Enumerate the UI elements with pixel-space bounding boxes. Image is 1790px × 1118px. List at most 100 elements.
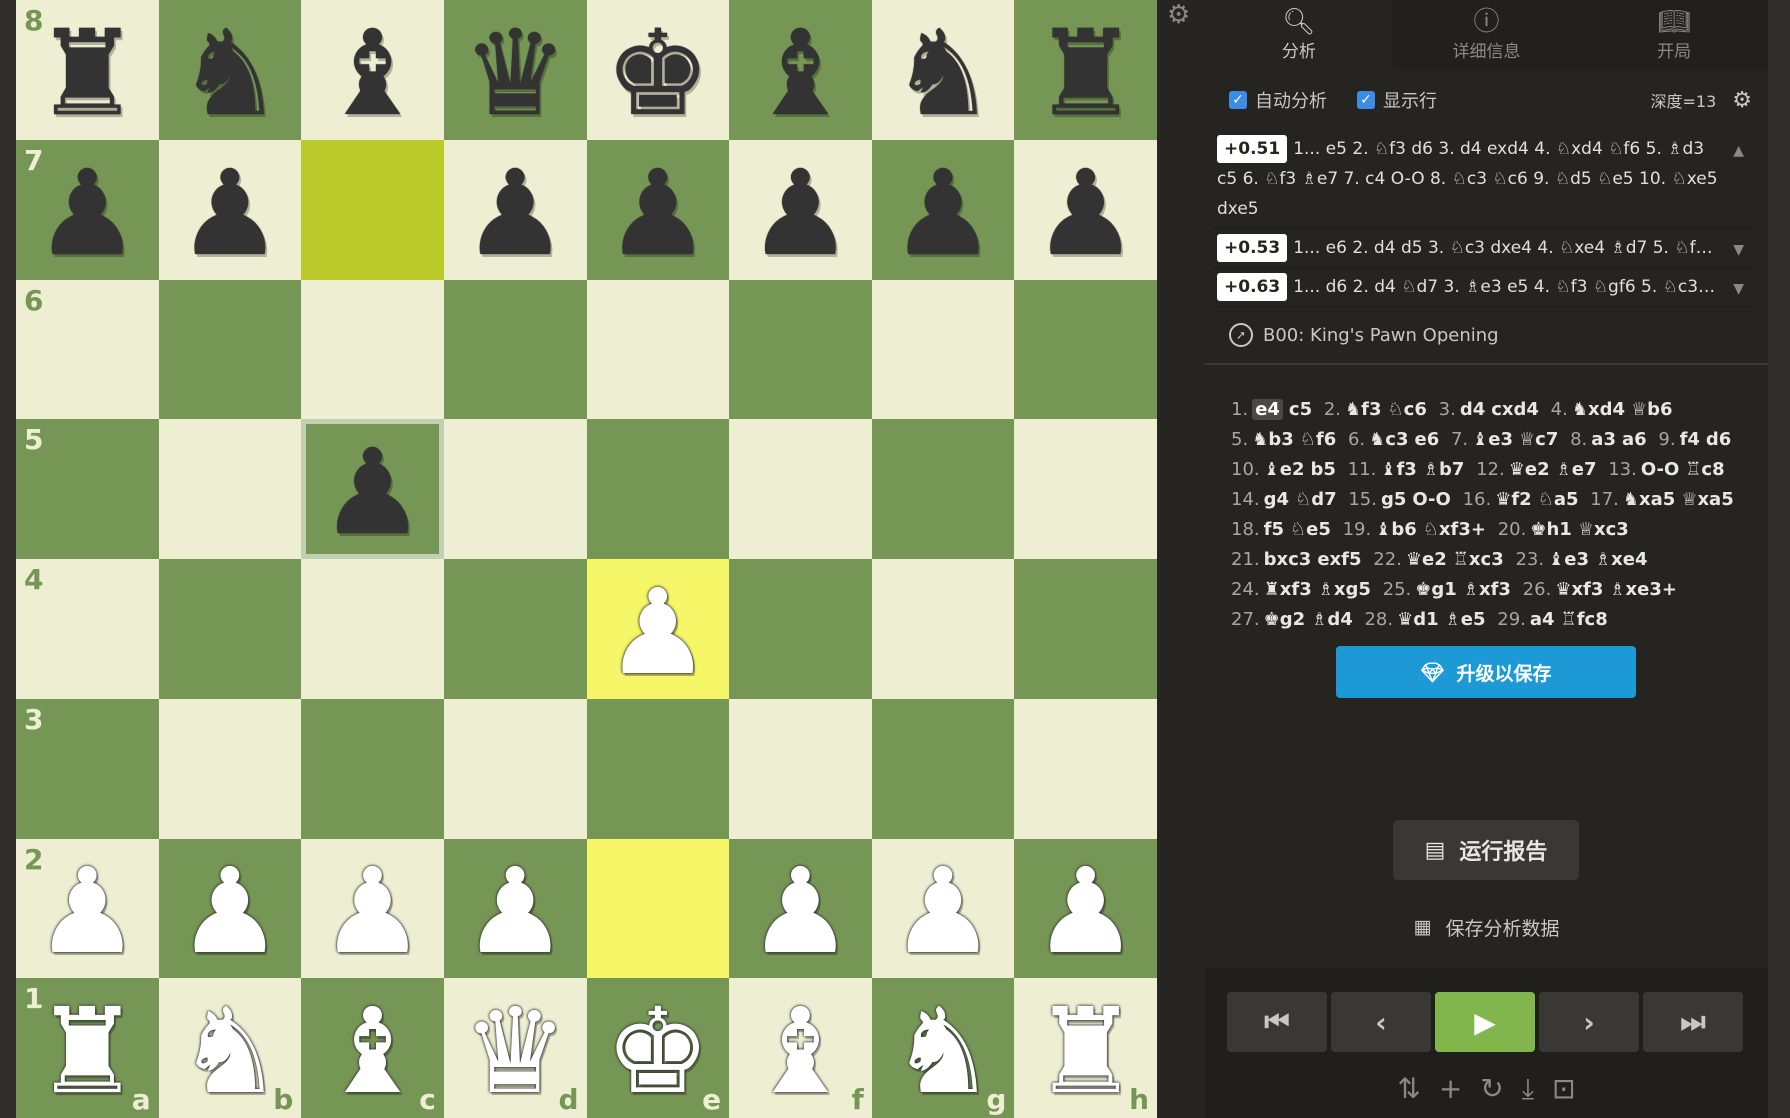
square-g7[interactable]: ♟	[871, 139, 1015, 280]
square-c7[interactable]	[301, 139, 444, 280]
move[interactable]: ♘c6	[1388, 399, 1427, 420]
move[interactable]: ♞xd4	[1572, 399, 1625, 420]
square-d1[interactable]: d ♛	[443, 978, 587, 1118]
move[interactable]: ♗xe3+	[1609, 579, 1677, 600]
move[interactable]: ♖fc8	[1561, 609, 1608, 630]
black-pawn-icon[interactable]: ♟	[320, 433, 426, 551]
expand-down-icon[interactable]: ▼	[1733, 274, 1744, 304]
move[interactable]: O-O	[1412, 489, 1450, 510]
move[interactable]: ♝e3	[1548, 549, 1589, 570]
square-b5[interactable]	[158, 419, 302, 559]
black-pawn-icon[interactable]: ♟	[890, 154, 996, 272]
square-h2[interactable]: ♟	[1014, 838, 1157, 979]
square-h3[interactable]	[1014, 698, 1157, 839]
square-a4[interactable]: 4	[16, 559, 159, 699]
square-c3[interactable]	[301, 698, 444, 839]
move[interactable]: exf5	[1317, 549, 1361, 570]
engine-line-2[interactable]: +0.53 1... e6 2. d4 d5 3. ♘c3 dxe4 4. ♘xe…	[1213, 229, 1758, 268]
white-king-icon[interactable]: ♚	[605, 992, 711, 1110]
square-e7[interactable]: ♟	[586, 139, 730, 280]
reset-icon[interactable]: ↻	[1480, 1072, 1503, 1106]
black-rook-icon[interactable]: ♜	[34, 14, 140, 132]
move[interactable]: ♗xf3	[1463, 579, 1511, 600]
square-g6[interactable]	[871, 279, 1015, 420]
expand-down-icon[interactable]: ▼	[1733, 235, 1744, 265]
move[interactable]: b5	[1311, 459, 1336, 480]
move[interactable]: ♞b3	[1252, 429, 1294, 450]
square-a7[interactable]: 7 ♟	[16, 139, 159, 280]
black-king-icon[interactable]: ♚	[605, 14, 711, 132]
square-b8[interactable]: ♞	[158, 0, 302, 140]
square-e2[interactable]	[586, 838, 730, 979]
last-move-button[interactable]: ⏭	[1643, 992, 1743, 1052]
square-b4[interactable]	[158, 559, 302, 699]
square-b7[interactable]: ♟	[158, 139, 302, 280]
move[interactable]: ♞c3	[1369, 429, 1408, 450]
board-settings-gear-icon[interactable]: ⚙	[1167, 0, 1190, 30]
move[interactable]: ♗d4	[1311, 609, 1353, 630]
square-e1[interactable]: e ♚	[586, 978, 730, 1118]
square-a8[interactable]: 8 ♜	[16, 0, 159, 140]
black-pawn-icon[interactable]: ♟	[462, 154, 568, 272]
run-report-button[interactable]: ▤ 运行报告	[1393, 820, 1579, 880]
square-g2[interactable]: ♟	[871, 838, 1015, 979]
auto-analysis-checkbox[interactable]: ✓ 自动分析	[1229, 87, 1327, 113]
black-rook-icon[interactable]: ♜	[1033, 14, 1139, 132]
chess-board[interactable]: 8 ♜ ♞ ♝ ♛ ♚ ♝ ♞ ♜ 7 ♟ ♟ ♟ ♟ ♟ ♟ ♟ 6 5 ♟ 4 ♟ 3 2 ♟ ♟ ♟ ♟ ♟ ♟ ♟ 1 a ♜ b ♞ c ♝ d ♛…	[16, 0, 1157, 1118]
square-e8[interactable]: ♚	[586, 0, 730, 140]
square-b2[interactable]: ♟	[158, 838, 302, 979]
engine-settings-gear-icon[interactable]: ⚙	[1732, 88, 1752, 113]
move[interactable]: ♕xa5	[1681, 489, 1733, 510]
move[interactable]: ♘d7	[1295, 489, 1337, 510]
square-e3[interactable]	[586, 698, 730, 839]
black-knight-icon[interactable]: ♞	[177, 14, 283, 132]
move[interactable]: ♗b7	[1423, 459, 1465, 480]
square-f2[interactable]: ♟	[729, 838, 872, 979]
move[interactable]: ♚g2	[1264, 609, 1306, 630]
move[interactable]: ♗xg5	[1318, 579, 1371, 600]
move[interactable]: ♖c8	[1685, 459, 1724, 480]
move[interactable]: ♝f3	[1380, 459, 1417, 480]
square-d2[interactable]: ♟	[443, 838, 587, 979]
black-pawn-icon[interactable]: ♟	[1033, 154, 1139, 272]
tab-details[interactable]: ⓘ 详细信息	[1393, 0, 1581, 70]
move[interactable]: ♞f3	[1345, 399, 1382, 420]
square-c1[interactable]: c ♝	[301, 978, 444, 1118]
square-g1[interactable]: g ♞	[871, 978, 1015, 1118]
square-f5[interactable]	[729, 419, 872, 559]
move[interactable]: e4	[1252, 399, 1283, 420]
white-pawn-icon[interactable]: ♟	[1033, 852, 1139, 970]
download-icon[interactable]: ⤓	[1522, 1072, 1534, 1106]
white-queen-icon[interactable]: ♛	[462, 992, 568, 1110]
move[interactable]: f4	[1680, 429, 1700, 450]
move[interactable]: f5	[1264, 519, 1284, 540]
square-a2[interactable]: 2 ♟	[16, 838, 159, 979]
move[interactable]: O-O	[1641, 459, 1679, 480]
square-h5[interactable]	[1014, 419, 1157, 559]
move[interactable]: bxc3	[1264, 549, 1312, 570]
white-pawn-icon[interactable]: ♟	[34, 852, 140, 970]
move[interactable]: ♘xf3+	[1423, 519, 1486, 540]
move[interactable]: ♝e3	[1472, 429, 1513, 450]
square-a6[interactable]: 6	[16, 279, 159, 420]
move[interactable]: ♕c7	[1519, 429, 1558, 450]
square-d5[interactable]	[443, 419, 587, 559]
square-d7[interactable]: ♟	[443, 139, 587, 280]
square-b1[interactable]: b ♞	[158, 978, 302, 1118]
move[interactable]: ♛e2	[1406, 549, 1447, 570]
square-d6[interactable]	[443, 279, 587, 420]
move[interactable]: ♕xc3	[1578, 519, 1629, 540]
square-c4[interactable]	[301, 559, 444, 699]
move[interactable]: ♛e2	[1509, 459, 1550, 480]
move[interactable]: a6	[1622, 429, 1647, 450]
black-knight-icon[interactable]: ♞	[890, 14, 996, 132]
previous-move-button[interactable]: ‹	[1331, 992, 1431, 1052]
square-e6[interactable]	[586, 279, 730, 420]
square-a5[interactable]: 5	[16, 419, 159, 559]
white-rook-icon[interactable]: ♜	[1033, 992, 1139, 1110]
white-pawn-icon[interactable]: ♟	[177, 852, 283, 970]
square-f6[interactable]	[729, 279, 872, 420]
move[interactable]: e6	[1415, 429, 1440, 450]
square-e5[interactable]	[586, 419, 730, 559]
show-lines-checkbox[interactable]: ✓ 显示行	[1357, 87, 1437, 113]
